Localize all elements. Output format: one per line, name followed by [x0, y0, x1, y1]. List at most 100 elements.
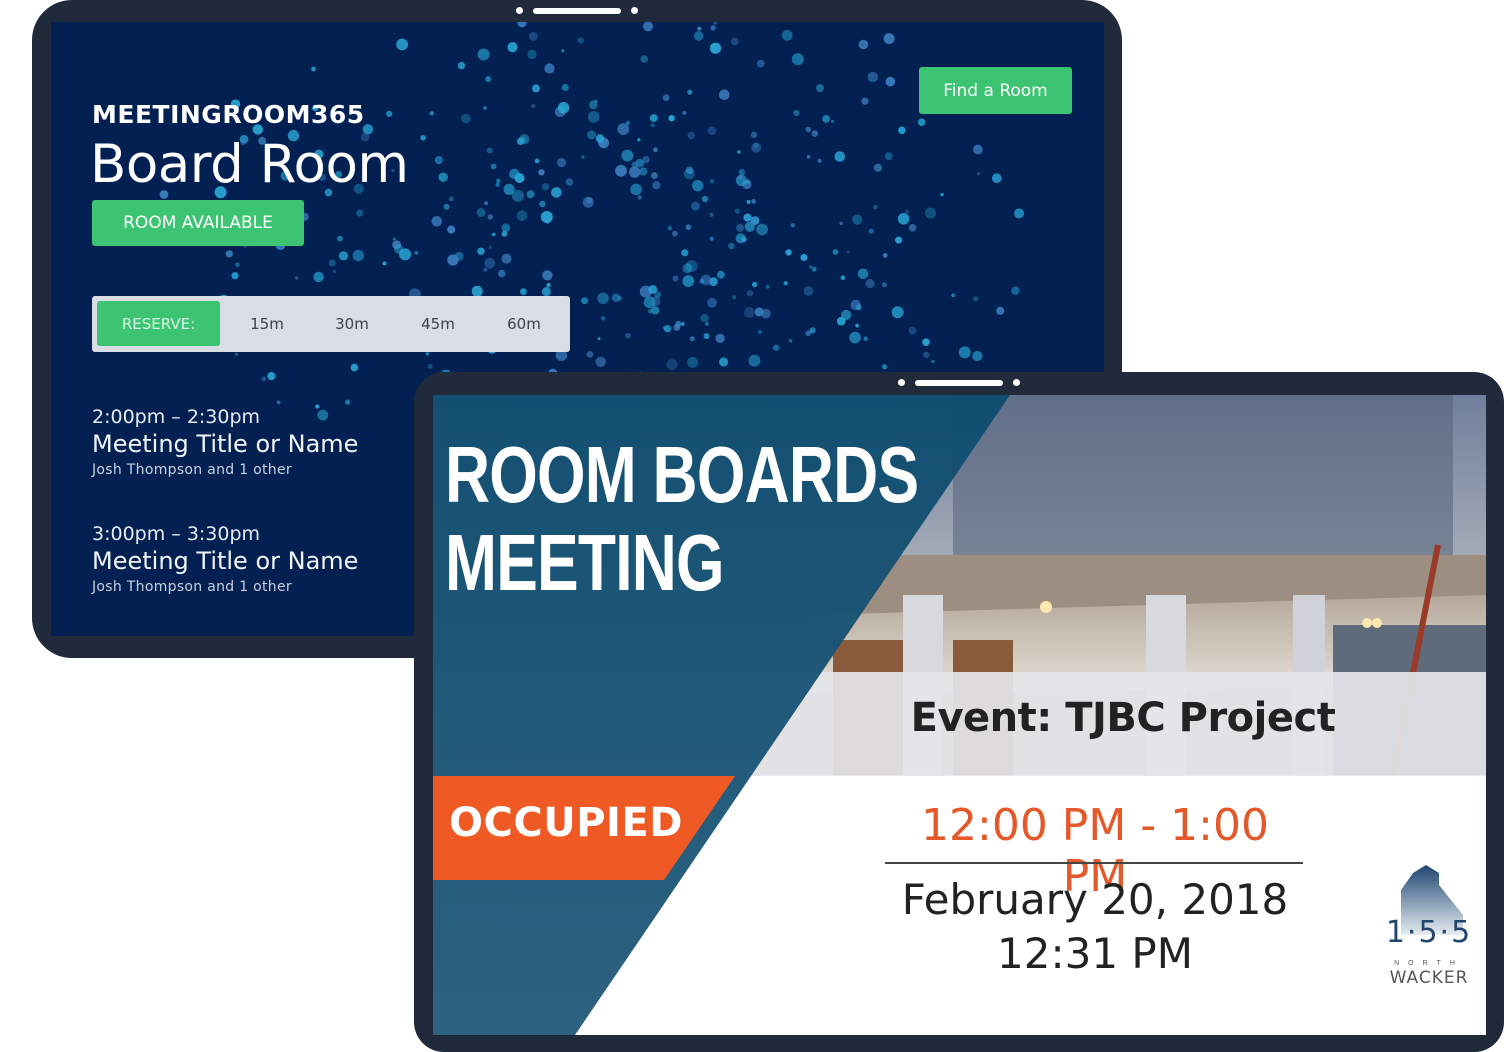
particle-dot — [392, 237, 396, 241]
particle-dot — [637, 138, 641, 142]
reserve-15m-button[interactable]: 15m — [232, 296, 302, 352]
meeting-attendees: Josh Thompson and 1 other — [92, 462, 292, 478]
particle-dot — [541, 183, 550, 191]
particle-dot — [705, 322, 709, 326]
particle-dot — [908, 224, 917, 232]
reserve-45m-button[interactable]: 45m — [403, 296, 473, 352]
room-name: Board Room — [90, 134, 409, 195]
particle-dot — [873, 204, 878, 210]
particle-dot — [225, 250, 233, 258]
camera-bar — [516, 7, 638, 14]
particle-dot — [693, 31, 704, 41]
meeting-item[interactable]: 2:00pm – 2:30pm Meeting Title or Name Jo… — [92, 406, 358, 478]
particle-dot — [834, 151, 846, 162]
particle-dot — [630, 183, 642, 196]
particle-dot — [484, 201, 489, 206]
particle-dot — [483, 106, 487, 110]
particle-dot — [447, 225, 456, 234]
particle-dot — [832, 249, 839, 255]
particle-dot — [681, 249, 689, 257]
particle-dot — [532, 84, 540, 93]
particle-dot — [817, 158, 822, 163]
particle-dot — [703, 333, 710, 340]
particle-dot — [809, 265, 813, 269]
particle-dot — [687, 89, 693, 95]
particle-dot — [754, 307, 764, 317]
particle-dot — [668, 115, 675, 122]
reserve-label: RESERVE: — [97, 301, 220, 346]
camera-dot — [898, 379, 905, 386]
particle-dot — [746, 199, 751, 205]
particle-dot — [514, 173, 525, 184]
particle-dot — [337, 235, 343, 242]
meeting-time: 2:00pm – 2:30pm — [92, 406, 261, 428]
particle-dot — [717, 270, 725, 279]
particle-dot — [501, 230, 508, 237]
particle-dot — [709, 236, 714, 241]
particle-dot — [885, 76, 896, 87]
particle-dot — [884, 152, 893, 161]
particle-dot — [642, 22, 654, 32]
particle-dot — [629, 166, 641, 178]
particle-dot — [682, 110, 687, 115]
particle-dot — [840, 275, 846, 281]
particle-dot — [427, 363, 433, 369]
particle-dot — [861, 97, 869, 105]
particle-dot — [800, 254, 808, 261]
particle-dot — [788, 339, 793, 343]
reserve-60m-button[interactable]: 60m — [489, 296, 559, 352]
particle-dot — [738, 175, 743, 180]
particle-dot — [231, 272, 239, 280]
find-room-button[interactable]: Find a Room — [919, 67, 1072, 114]
particle-dot — [666, 359, 678, 371]
particle-dot — [640, 55, 649, 63]
particle-dot — [687, 356, 699, 368]
particle-dot — [781, 29, 793, 41]
particle-dot — [350, 363, 359, 372]
divider — [885, 862, 1303, 864]
particle-dot — [394, 244, 404, 254]
particle-dot — [699, 278, 705, 284]
particle-dot — [542, 270, 553, 281]
particle-dot — [991, 173, 1002, 184]
particle-dot — [958, 346, 971, 359]
particle-dot — [487, 214, 494, 220]
particle-dot — [414, 251, 419, 255]
particle-dot — [841, 309, 852, 321]
particle-dot — [672, 275, 679, 282]
speaker-pill — [915, 379, 1003, 386]
particle-dot — [713, 22, 718, 25]
particle-dot — [816, 84, 824, 93]
particle-dot — [881, 282, 887, 288]
particle-dot — [647, 309, 653, 314]
particle-dot — [531, 103, 536, 109]
particle-dot — [1011, 286, 1020, 295]
particle-dot — [476, 208, 486, 217]
particle-dot — [434, 156, 443, 165]
particle-dot — [736, 223, 745, 232]
particle-dot — [931, 359, 935, 364]
particle-dot — [917, 118, 926, 126]
meeting-item[interactable]: 3:00pm – 3:30pm Meeting Title or Name Jo… — [92, 523, 358, 595]
particle-dot — [565, 178, 574, 186]
particle-dot — [700, 314, 709, 323]
particle-dot — [707, 297, 717, 308]
particle-dot — [526, 190, 535, 199]
particle-dot — [745, 179, 750, 184]
particle-dot — [709, 212, 714, 217]
particle-dot — [692, 180, 704, 192]
particle-dot — [653, 147, 658, 153]
particle-dot — [772, 344, 780, 351]
reserve-30m-button[interactable]: 30m — [317, 296, 387, 352]
particle-dot — [793, 109, 800, 117]
particle-dot — [756, 59, 765, 68]
particle-dot — [743, 213, 752, 222]
particle-dot — [557, 102, 570, 114]
particle-dot — [752, 281, 758, 288]
particle-dot — [457, 61, 466, 70]
particle-dot — [484, 257, 496, 269]
particle-dot — [709, 42, 722, 54]
reserve-bar: RESERVE: 15m 30m 45m 60m — [92, 296, 570, 352]
tablet-room-occupied: ROOM BOARDS MEETING Event: TJBC Project … — [414, 372, 1504, 1052]
particle-dot — [501, 223, 511, 233]
